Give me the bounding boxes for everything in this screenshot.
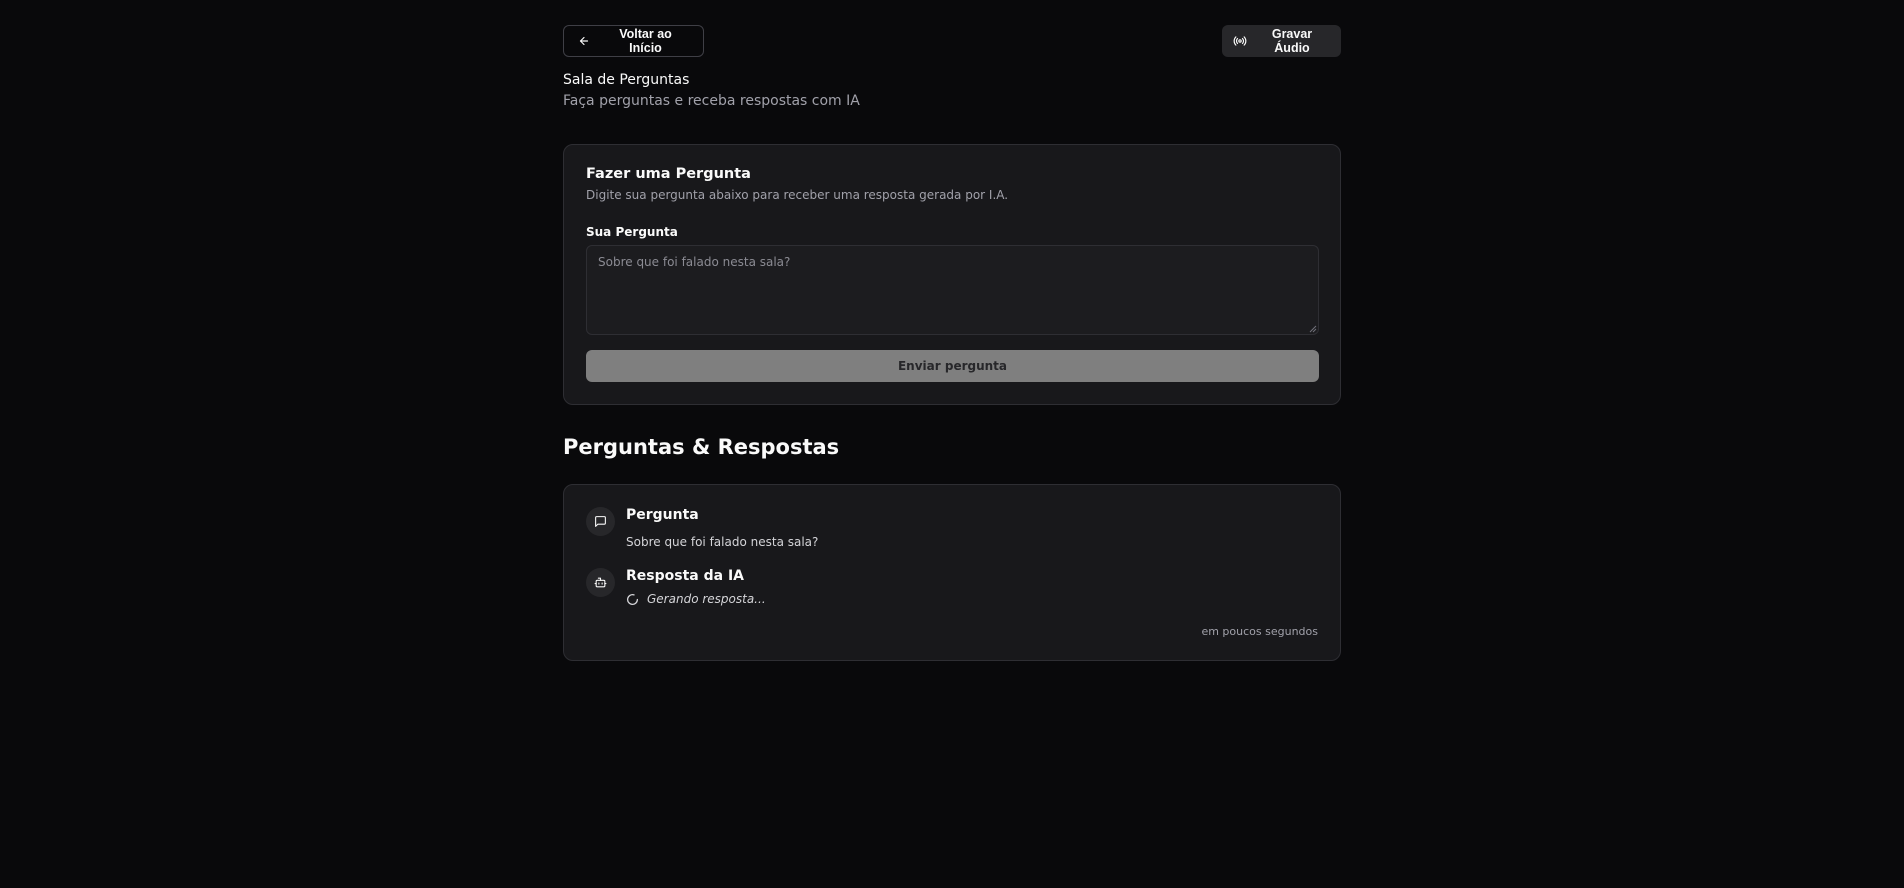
question-label: Pergunta (626, 507, 699, 523)
resize-grip-icon[interactable] (1309, 325, 1317, 333)
loader-icon (626, 593, 639, 606)
page-container: Voltar ao Início Gravar Áudio Sala de Pe… (563, 0, 1341, 661)
radio-icon (1233, 34, 1247, 48)
room-subtitle: Faça perguntas e receba respostas com IA (563, 93, 860, 109)
back-button-label: Voltar ao Início (619, 27, 672, 55)
message-square-icon (594, 515, 607, 528)
ask-question-card: Fazer uma Pergunta Digite sua pergunta a… (563, 144, 1341, 405)
question-field-label: Sua Pergunta (586, 225, 678, 239)
record-audio-button[interactable]: Gravar Áudio (1222, 25, 1341, 57)
back-to-home-button[interactable]: Voltar ao Início (563, 25, 704, 57)
answer-status-text: Gerando resposta... (647, 592, 766, 606)
arrow-left-icon (578, 35, 590, 47)
ask-card-title: Fazer uma Pergunta (586, 166, 751, 182)
answer-avatar (586, 568, 615, 597)
answer-label: Resposta da IA (626, 568, 744, 584)
answer-timestamp: em poucos segundos (1201, 625, 1318, 638)
bot-icon (594, 576, 607, 589)
record-button-label: Gravar Áudio (1271, 27, 1313, 55)
ask-card-description: Digite sua pergunta abaixo para receber … (586, 188, 1009, 202)
question-avatar (586, 507, 615, 536)
question-text: Sobre que foi falado nesta sala? (626, 535, 819, 549)
qa-section-title: Perguntas & Respostas (563, 435, 840, 459)
send-question-button[interactable]: Enviar pergunta (586, 350, 1319, 382)
qa-item-card: Pergunta Sobre que foi falado nesta sala… (563, 484, 1341, 661)
question-textarea[interactable] (586, 245, 1319, 335)
room-title: Sala de Perguntas (563, 72, 690, 88)
answer-status: Gerando resposta... (626, 592, 766, 606)
